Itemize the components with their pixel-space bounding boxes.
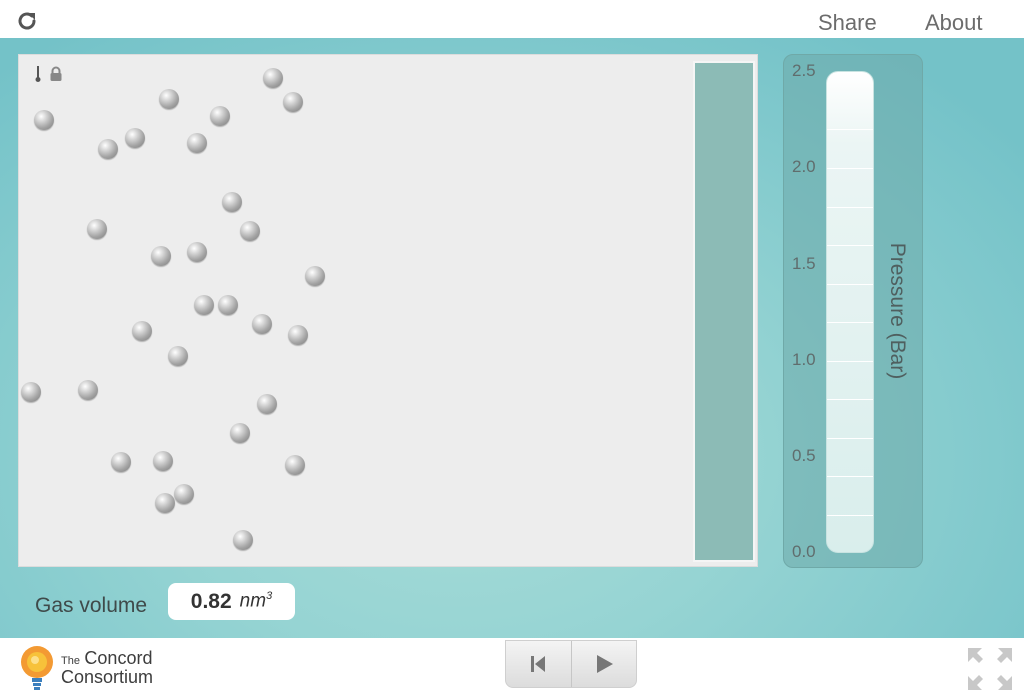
gas-particle bbox=[288, 325, 308, 345]
gas-volume-unit: nm3 bbox=[240, 590, 273, 612]
about-link[interactable]: About bbox=[925, 10, 983, 36]
gas-particle bbox=[283, 92, 303, 112]
gas-particle bbox=[153, 451, 173, 471]
gas-volume-readout: 0.82 nm3 bbox=[168, 583, 295, 620]
gauge-line bbox=[827, 322, 873, 323]
gas-particle bbox=[240, 221, 260, 241]
gas-particle bbox=[252, 314, 272, 334]
gas-volume-value: 0.82 bbox=[190, 589, 232, 613]
gas-particle bbox=[187, 133, 207, 153]
reload-button[interactable] bbox=[14, 8, 40, 34]
fullscreen-button[interactable] bbox=[966, 646, 1014, 692]
gas-particle bbox=[222, 192, 242, 212]
logo-the: The bbox=[61, 655, 80, 667]
pressure-gauge: 2.5 2.0 1.5 1.0 0.5 0.0 Pressure (Bar) bbox=[783, 54, 923, 568]
gas-particle bbox=[21, 382, 41, 402]
gauge-tick-label: 1.0 bbox=[792, 350, 816, 369]
gauge-title: Pressure (Bar) bbox=[886, 242, 909, 380]
logo-consortium: Consortium bbox=[61, 667, 154, 687]
gauge-tick-label: 0.5 bbox=[792, 446, 816, 465]
gauge-tick-label: 2.5 bbox=[792, 61, 816, 80]
gas-particles bbox=[19, 55, 759, 568]
gauge-line bbox=[827, 438, 873, 439]
gauge-tick-label: 1.5 bbox=[792, 254, 816, 273]
logo-text: The Concord Consortium bbox=[61, 648, 154, 687]
gas-particle bbox=[263, 68, 283, 88]
gauge-line bbox=[827, 515, 873, 516]
lightbulb-logo-icon bbox=[21, 646, 53, 690]
gas-particle bbox=[305, 266, 325, 286]
share-link[interactable]: Share bbox=[818, 10, 877, 36]
gas-particle bbox=[132, 321, 152, 341]
gas-particle bbox=[151, 246, 171, 266]
gas-particle bbox=[34, 110, 54, 130]
simulation-stage: 2.5 2.0 1.5 1.0 0.5 0.0 Pressure (Bar) G… bbox=[0, 38, 1024, 638]
gas-particle bbox=[194, 295, 214, 315]
gas-particle bbox=[168, 346, 188, 366]
gauge-line bbox=[827, 245, 873, 246]
gas-particle bbox=[87, 219, 107, 239]
reset-button[interactable] bbox=[506, 641, 571, 687]
gas-particle bbox=[125, 128, 145, 148]
gas-particle bbox=[155, 493, 175, 513]
play-button[interactable] bbox=[570, 641, 637, 687]
gauge-tube bbox=[826, 71, 874, 553]
gauge-line bbox=[827, 168, 873, 169]
gas-particle bbox=[187, 242, 207, 262]
gauge-line bbox=[827, 476, 873, 477]
playback-controls bbox=[505, 640, 637, 688]
gas-particle bbox=[230, 423, 250, 443]
top-bar: Share About bbox=[0, 0, 1024, 39]
gauge-line bbox=[827, 399, 873, 400]
gas-container bbox=[18, 54, 758, 567]
piston[interactable] bbox=[693, 61, 755, 562]
reset-icon bbox=[531, 656, 546, 672]
logo-concord: Concord bbox=[84, 648, 153, 668]
bottom-bar: The Concord Consortium bbox=[0, 638, 1024, 700]
fullscreen-icon bbox=[968, 648, 1012, 690]
gas-particle bbox=[218, 295, 238, 315]
gauge-line bbox=[827, 361, 873, 362]
gas-particle bbox=[210, 106, 230, 126]
gas-particle bbox=[159, 89, 179, 109]
gauge-line bbox=[827, 207, 873, 208]
gauge-line bbox=[827, 284, 873, 285]
gas-particle bbox=[78, 380, 98, 400]
gas-volume-label: Gas volume bbox=[35, 594, 148, 617]
play-icon bbox=[596, 655, 613, 673]
unit-base: nm bbox=[239, 590, 267, 612]
gas-particle bbox=[98, 139, 118, 159]
concord-logo[interactable]: The Concord Consortium bbox=[15, 644, 175, 694]
gauge-tick-label: 2.0 bbox=[792, 157, 816, 176]
gas-particle bbox=[257, 394, 277, 414]
gas-particle bbox=[233, 530, 253, 550]
gas-particle bbox=[111, 452, 131, 472]
gauge-line bbox=[827, 129, 873, 130]
unit-exponent: 3 bbox=[266, 590, 273, 603]
gas-particle bbox=[285, 455, 305, 475]
reload-icon bbox=[18, 12, 36, 30]
gas-particle bbox=[174, 484, 194, 504]
gauge-tick-label: 0.0 bbox=[792, 542, 816, 561]
